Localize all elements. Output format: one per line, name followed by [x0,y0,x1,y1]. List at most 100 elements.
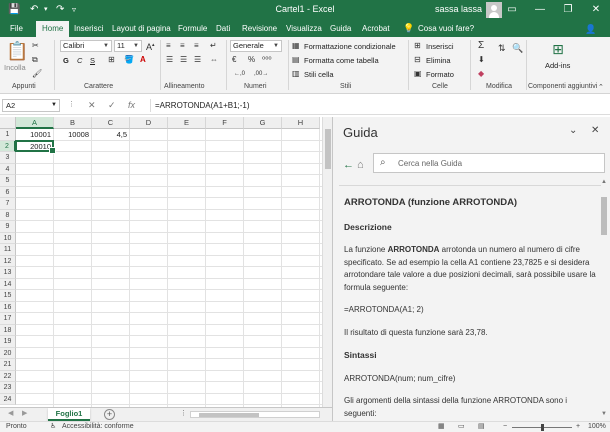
column-header-e[interactable]: E [168,117,206,129]
zoom-in-button[interactable]: + [576,422,580,432]
help-pane-scrollbar[interactable]: ▲ ▼ [600,179,608,417]
row-header-24[interactable]: 24 [0,393,16,405]
tab-review[interactable]: Revisione [242,23,277,35]
row-header-7[interactable]: 7 [0,198,16,210]
column-header-h[interactable]: H [282,117,320,129]
insert-function-icon[interactable]: fx [128,100,135,110]
row-header-2[interactable]: 2 [0,140,16,152]
fill-color-icon[interactable]: 🪣 [124,55,134,65]
help-search-input[interactable]: ⌕ Cerca nella Guida [373,153,605,173]
autosum-icon[interactable]: Σ [478,41,484,51]
zoom-level[interactable]: 100% [588,422,606,432]
conditional-formatting-button[interactable]: Formattazione condizionale [304,42,396,51]
merge-center-icon[interactable]: ⇔ [210,55,218,65]
copy-icon[interactable]: ⧉ [32,55,38,65]
ribbon-display-icon[interactable]: ▭ [498,0,526,20]
row-header-9[interactable]: 9 [0,221,16,233]
next-sheet-icon[interactable]: ▶ [22,409,27,417]
prev-sheet-icon[interactable]: ◀ [8,409,13,417]
align-bottom-icon[interactable]: ≡ [194,41,199,51]
scroll-thumb[interactable] [601,197,607,235]
add-sheet-button[interactable]: + [104,409,115,420]
find-select-icon[interactable]: 🔍 [512,43,523,53]
scroll-up-icon[interactable]: ▲ [600,179,608,185]
row-header-21[interactable]: 21 [0,359,16,371]
zoom-out-button[interactable]: − [503,422,507,432]
align-middle-icon[interactable]: ≡ [180,41,185,51]
user-name[interactable]: sassa lassa [435,4,482,14]
borders-icon[interactable]: ⊞ [108,55,115,65]
insert-button[interactable]: Inserisci [426,42,454,51]
bold-button[interactable]: G [63,56,69,65]
maximize-icon[interactable]: ❐ [554,0,582,20]
scroll-thumb[interactable] [199,413,259,417]
zoom-slider-thumb[interactable] [541,424,544,431]
close-icon[interactable]: ✕ [582,0,610,20]
row-header-17[interactable]: 17 [0,313,16,325]
align-right-icon[interactable]: ☰ [194,55,201,65]
row-header-12[interactable]: 12 [0,255,16,267]
row-header-10[interactable]: 10 [0,232,16,244]
row-header-13[interactable]: 13 [0,267,16,279]
grow-font-icon[interactable]: A▴ [146,40,155,52]
column-header-b[interactable]: B [54,117,92,129]
share-icon[interactable]: 👤 [585,23,596,35]
tab-data[interactable]: Dati [216,23,230,35]
tab-home[interactable]: Home [36,21,70,37]
row-header-15[interactable]: 15 [0,290,16,302]
tell-me-search[interactable]: Cosa vuoi fare? [418,23,474,35]
tab-insert[interactable]: Inserisci [74,23,103,35]
decrease-decimal-icon[interactable]: ,00→ [254,69,268,79]
worksheet-grid[interactable]: A B C D E F G H 1 2 3 4 5 6 7 8 9 10 11 12 13 14 15 16 17 18 19 20 2… [0,117,324,407]
scroll-down-icon[interactable]: ▼ [600,411,608,417]
column-header-f[interactable]: F [206,117,244,129]
font-name-select[interactable]: Calibri ▼ [60,40,112,52]
row-header-1[interactable]: 1 [0,129,16,141]
grid-horizontal-scrollbar[interactable] [190,411,320,418]
tab-view[interactable]: Visualizza [286,23,322,35]
normal-view-icon[interactable]: ▦ [438,422,445,432]
home-icon[interactable]: ⌂ [357,159,364,171]
close-pane-icon[interactable]: ✕ [591,125,599,136]
tab-file[interactable]: File [10,23,23,35]
fill-icon[interactable]: ⬇ [478,55,485,65]
clear-icon[interactable]: ◆ [478,69,484,79]
format-as-table-button[interactable]: Formatta come tabella [304,56,379,65]
row-header-4[interactable]: 4 [0,163,16,175]
row-header-11[interactable]: 11 [0,244,16,256]
column-header-d[interactable]: D [130,117,168,129]
cut-icon[interactable]: ✂ [32,41,39,51]
row-header-16[interactable]: 16 [0,301,16,313]
sort-filter-icon[interactable]: ⇅ [498,43,506,53]
addins-icon[interactable]: ⊞ [548,41,568,57]
enter-icon[interactable]: ✓ [108,100,116,111]
underline-button[interactable]: S [90,56,95,65]
grid-vertical-scrollbar[interactable] [322,117,332,407]
collapse-ribbon-icon[interactable]: ⌃ [598,83,604,93]
row-header-19[interactable]: 19 [0,336,16,348]
paste-icon[interactable]: 📋 [6,41,28,61]
paste-label[interactable]: Incolla [4,63,26,72]
comma-style-icon[interactable]: ⁰⁰⁰ [262,55,272,65]
sheet-tab-foglio1[interactable]: Foglio1 [48,408,90,421]
currency-icon[interactable]: € [232,55,236,65]
percent-icon[interactable]: % [248,55,255,65]
font-size-select[interactable]: 11 ▼ [114,40,142,52]
row-header-18[interactable]: 18 [0,324,16,336]
scroll-thumb[interactable] [325,129,331,169]
format-button[interactable]: Formato [426,70,454,79]
tab-formulas[interactable]: Formule [178,23,207,35]
addins-button[interactable]: Add-ins [545,61,570,70]
name-box[interactable]: A2 ▼ [2,99,60,112]
column-header-a[interactable]: A [16,117,54,129]
column-header-g[interactable]: G [244,117,282,129]
page-break-view-icon[interactable]: ▤ [478,422,485,432]
row-header-5[interactable]: 5 [0,175,16,187]
row-header-20[interactable]: 20 [0,347,16,359]
cell-b1[interactable]: 10008 [54,129,92,141]
select-all-corner[interactable] [0,117,16,129]
cancel-icon[interactable]: ✕ [88,100,96,111]
accessibility-status[interactable]: Accessibilità: conforme [62,422,134,432]
number-format-select[interactable]: Generale ▼ [230,40,282,52]
align-left-icon[interactable]: ☰ [166,55,173,65]
